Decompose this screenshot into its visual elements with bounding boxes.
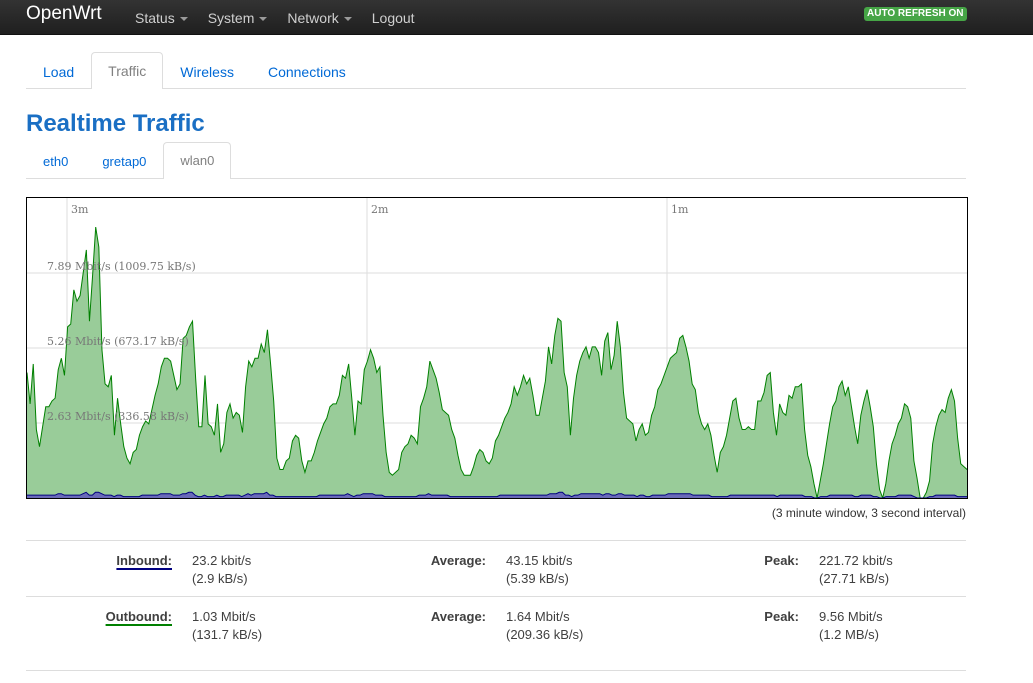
inbound-row: Inbound: 23.2 kbit/s (2.9 kB/s) Average:…	[26, 541, 966, 597]
inbound-peak-rate: 221.72 kbit/s	[819, 553, 893, 568]
menu-logout[interactable]: Logout	[372, 10, 415, 26]
main-menu: Status System Network Logout	[135, 0, 435, 35]
auto-refresh-badge[interactable]: AUTO REFRESH ON	[864, 7, 967, 21]
traffic-chart-svg: 3m 2m 1m 7.89 Mbit/s (1009.75 kB/s) 5.26…	[27, 198, 967, 498]
menu-network-label: Network	[287, 9, 339, 26]
inbound-current-kb: (2.9 kB/s)	[192, 571, 248, 586]
outbound-current-kb: (131.7 kB/s)	[192, 627, 263, 642]
brand-logo[interactable]: OpenWrt	[26, 3, 102, 25]
tab-eth0[interactable]: eth0	[26, 143, 85, 179]
chevron-down-icon	[343, 16, 352, 21]
y-label-low: 2.63 Mbit/s (336.58 kB/s)	[47, 410, 189, 423]
menu-network[interactable]: Network	[287, 9, 352, 26]
outbound-average-rate: 1.64 Mbit/s	[506, 609, 570, 624]
tab-wlan0[interactable]: wlan0	[163, 142, 232, 179]
outbound-peak-kb: (1.2 MB/s)	[819, 627, 879, 642]
outbound-current-rate: 1.03 Mbit/s	[192, 609, 256, 624]
chart-window-note: (3 minute window, 3 second interval)	[771, 506, 966, 520]
outbound-average-label: Average:	[430, 609, 486, 624]
menu-system-label: System	[207, 9, 255, 26]
inbound-peak-label: Peak:	[764, 553, 799, 568]
outbound-label: Outbound:	[105, 609, 172, 624]
menu-system[interactable]: System	[208, 10, 268, 26]
tab-wireless[interactable]: Wireless	[163, 53, 251, 89]
inbound-current: 23.2 kbit/s (2.9 kB/s)	[192, 552, 251, 588]
chevron-down-icon	[259, 16, 268, 21]
outbound-average-kb: (209.36 kB/s)	[506, 627, 584, 642]
inbound-average-kb: (5.39 kB/s)	[506, 571, 569, 586]
y-label-high: 7.89 Mbit/s (1009.75 kB/s)	[47, 260, 196, 273]
inbound-current-rate: 23.2 kbit/s	[192, 553, 252, 568]
top-navbar: OpenWrt Status System Network Logout AUT…	[0, 0, 1033, 35]
tab-gretap0[interactable]: gretap0	[85, 143, 163, 179]
outbound-peak-label: Peak:	[764, 609, 799, 624]
inbound-average: 43.15 kbit/s (5.39 kB/s)	[506, 552, 573, 588]
outbound-row: Outbound: 1.03 Mbit/s (131.7 kB/s) Avera…	[26, 597, 966, 671]
interface-tabs: eth0 gretap0 wlan0	[26, 142, 966, 179]
tab-traffic[interactable]: Traffic	[91, 52, 164, 89]
traffic-stats: Inbound: 23.2 kbit/s (2.9 kB/s) Average:…	[26, 540, 966, 671]
inbound-peak: 221.72 kbit/s (27.71 kB/s)	[819, 552, 893, 588]
outbound-average: 1.64 Mbit/s (209.36 kB/s)	[506, 608, 583, 644]
outbound-current: 1.03 Mbit/s (131.7 kB/s)	[192, 608, 262, 644]
inbound-peak-kb: (27.71 kB/s)	[819, 571, 890, 586]
tab-connections[interactable]: Connections	[251, 53, 363, 89]
menu-logout-label: Logout	[371, 9, 415, 26]
status-tabs: Load Traffic Wireless Connections	[26, 52, 966, 89]
chevron-down-icon	[179, 16, 188, 21]
time-label-3m: 3m	[71, 203, 89, 216]
outbound-peak-rate: 9.56 Mbit/s	[819, 609, 883, 624]
menu-status-label: Status	[135, 9, 175, 26]
traffic-chart: 3m 2m 1m 7.89 Mbit/s (1009.75 kB/s) 5.26…	[26, 197, 968, 499]
y-label-mid: 5.26 Mbit/s (673.17 kB/s)	[47, 335, 189, 348]
outbound-peak: 9.56 Mbit/s (1.2 MB/s)	[819, 608, 883, 644]
inbound-average-label: Average:	[430, 553, 486, 568]
inbound-label: Inbound:	[116, 553, 172, 568]
page-title: Realtime Traffic	[26, 110, 205, 137]
inbound-average-rate: 43.15 kbit/s	[506, 553, 573, 568]
tab-load[interactable]: Load	[26, 53, 91, 89]
menu-status[interactable]: Status	[135, 10, 188, 26]
time-label-1m: 1m	[671, 203, 689, 216]
time-label-2m: 2m	[371, 203, 389, 216]
